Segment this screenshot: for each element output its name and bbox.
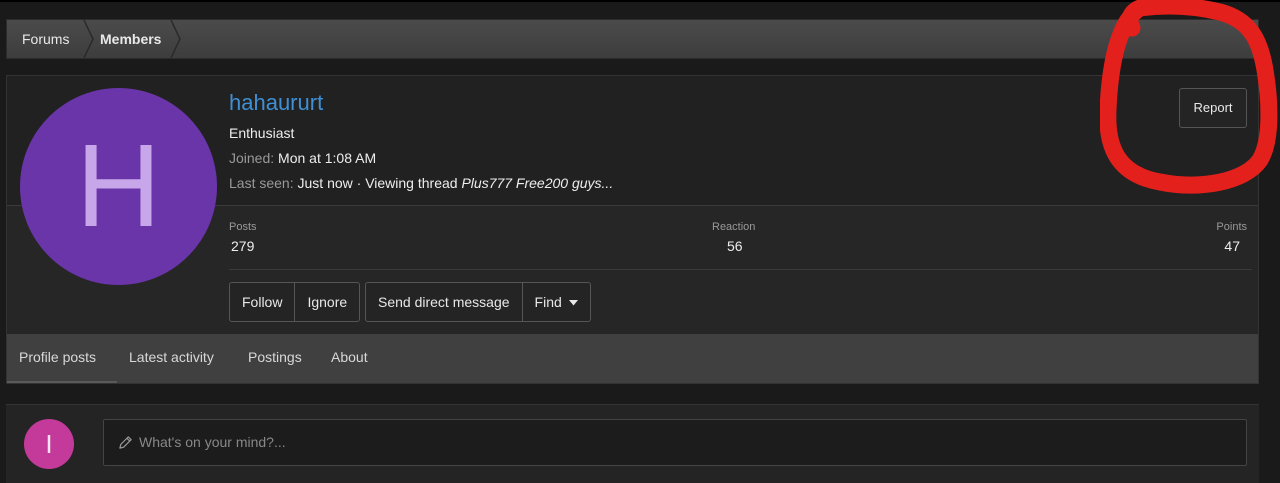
stat-reaction-label: Reaction: [712, 221, 756, 233]
stat-posts-value[interactable]: 279: [231, 238, 254, 254]
pencil-icon: [119, 436, 132, 449]
tab-label: Profile posts: [19, 349, 97, 365]
stat-points-label[interactable]: Points: [1216, 221, 1247, 233]
caret-down-icon: [568, 300, 578, 306]
tab-about[interactable]: About: [331, 334, 368, 383]
profile-tabs: Profile posts Latest activity Postings A…: [7, 334, 1258, 383]
ignore-button[interactable]: Ignore: [294, 283, 359, 321]
last-seen-label: Last seen:: [229, 175, 294, 191]
breadcrumb: Forums Members: [6, 19, 1259, 59]
status-input[interactable]: What's on your mind?...: [103, 419, 1247, 466]
tab-profile-posts[interactable]: Profile posts: [7, 334, 117, 383]
breadcrumb-forums[interactable]: Forums: [22, 20, 69, 58]
divider: [229, 269, 1252, 270]
joined-info: Joined: Mon at 1:08 AM: [229, 150, 376, 166]
breadcrumb-separator-icon: [83, 20, 94, 58]
top-edge: [0, 0, 1280, 2]
stat-posts-label[interactable]: Posts: [229, 221, 257, 233]
joined-label: Joined:: [229, 150, 275, 166]
red-circle-annotation: [1100, 0, 1278, 194]
joined-value: Mon at 1:08 AM: [278, 150, 377, 166]
stat-points-value[interactable]: 47: [1224, 238, 1240, 254]
last-seen-info: Last seen: Just now · Viewing thread Plu…: [229, 175, 613, 191]
profile-card: H hahaururt Enthusiast Joined: Mon at 1:…: [6, 75, 1259, 384]
viewing-thread-link[interactable]: Plus777 Free200 guys...: [461, 175, 613, 191]
status-input-placeholder: What's on your mind?...: [139, 434, 286, 450]
last-seen-value: Just now · Viewing thread: [297, 175, 458, 191]
breadcrumb-members[interactable]: Members: [100, 20, 161, 58]
tab-postings[interactable]: Postings: [248, 334, 302, 383]
stat-reaction-value: 56: [727, 238, 743, 254]
profile-post-composer: I What's on your mind?...: [6, 404, 1259, 483]
breadcrumb-separator-icon: [170, 20, 181, 58]
message-find-group: Send direct message Find: [365, 282, 591, 322]
find-button[interactable]: Find: [521, 283, 590, 321]
send-message-button[interactable]: Send direct message: [366, 283, 522, 321]
follow-button[interactable]: Follow: [230, 283, 294, 321]
user-title: Enthusiast: [229, 125, 295, 141]
username-link[interactable]: hahaururt: [229, 90, 323, 116]
avatar[interactable]: H: [20, 88, 217, 285]
tab-latest-activity[interactable]: Latest activity: [129, 334, 214, 383]
find-label: Find: [534, 294, 562, 310]
follow-ignore-group: Follow Ignore: [229, 282, 361, 322]
current-user-avatar[interactable]: I: [24, 419, 74, 469]
